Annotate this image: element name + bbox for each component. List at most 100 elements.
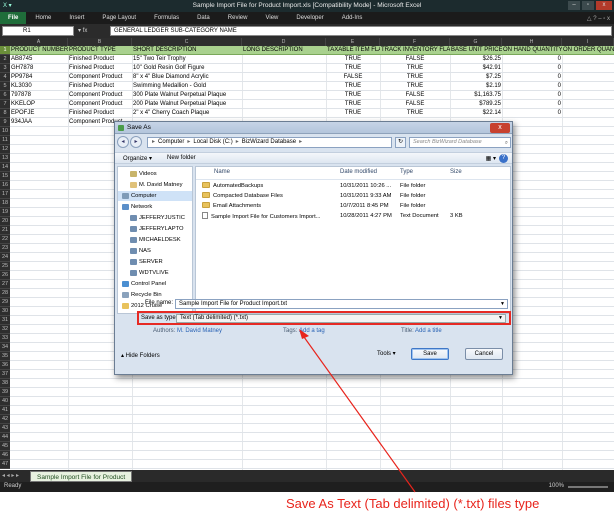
tab-page-layout[interactable]: Page Layout — [93, 12, 145, 24]
sidebar-item[interactable]: Control Panel — [118, 279, 192, 289]
tab-review[interactable]: Review — [219, 12, 257, 24]
views-icon[interactable]: ▦ ▾ — [486, 155, 496, 162]
save-button[interactable]: Save — [411, 348, 449, 360]
list-item[interactable]: Compacted Database Files 10/31/2011 9:33 … — [196, 192, 510, 201]
cell[interactable]: $42.91 — [450, 64, 502, 73]
cell[interactable] — [242, 100, 326, 109]
cell[interactable]: TRUE — [326, 91, 380, 100]
row-header[interactable]: 17 — [0, 190, 10, 199]
tab-file[interactable]: File — [0, 12, 27, 24]
zoom-slider[interactable] — [568, 486, 608, 488]
tab-view[interactable]: View — [256, 12, 287, 24]
column-header[interactable]: E — [326, 38, 380, 46]
row-header[interactable]: 32 — [0, 325, 10, 334]
row-header[interactable]: 1 — [0, 46, 10, 55]
row-header[interactable]: 44 — [0, 433, 10, 442]
minimize-button[interactable]: – — [568, 1, 580, 10]
cell[interactable]: FALSE — [380, 100, 450, 109]
row-header[interactable]: 15 — [0, 172, 10, 181]
cell[interactable]: TRUE — [326, 55, 380, 64]
cell[interactable]: 200 Plate Walnut Perpetual Plaque — [132, 100, 242, 109]
authors-value[interactable]: M. David Matney — [177, 328, 222, 334]
sidebar-item[interactable]: MICHAELDESK — [118, 235, 192, 245]
cell[interactable]: TRACK INVENTORY FLAG — [380, 46, 450, 55]
row-header[interactable]: 46 — [0, 451, 10, 460]
cell[interactable]: TRUE — [380, 64, 450, 73]
breadcrumb-local-disk[interactable]: Local Disk (C:) — [193, 138, 232, 147]
row-header[interactable]: 23 — [0, 244, 10, 253]
column-header-size[interactable]: Size — [450, 169, 462, 175]
tab-formulas[interactable]: Formulas — [145, 12, 188, 24]
cell[interactable] — [242, 109, 326, 118]
cell[interactable] — [562, 73, 614, 82]
cell[interactable]: TRUE — [326, 109, 380, 118]
row-header[interactable]: 24 — [0, 253, 10, 262]
row-header[interactable]: 12 — [0, 145, 10, 154]
cell[interactable]: $789.25 — [450, 100, 502, 109]
column-header[interactable]: H — [502, 38, 562, 46]
cell[interactable]: 300 Plate Walnut Perpetual Plaque — [132, 91, 242, 100]
cell[interactable]: FALSE — [380, 55, 450, 64]
cell[interactable]: Finished Product — [68, 82, 132, 91]
cell[interactable]: 934JAA — [10, 118, 68, 127]
cell[interactable]: GH7878 — [10, 64, 68, 73]
tab-insert[interactable]: Insert — [60, 12, 93, 24]
breadcrumb-computer[interactable]: Computer — [158, 138, 184, 147]
cell[interactable]: TRUE — [326, 64, 380, 73]
row-header[interactable]: 25 — [0, 262, 10, 271]
row-header[interactable]: 22 — [0, 235, 10, 244]
column-header[interactable]: F — [380, 38, 450, 46]
cell[interactable]: TRUE — [380, 73, 450, 82]
file-name-input[interactable]: Sample Import File for Product Import.tx… — [175, 299, 508, 309]
row-header[interactable]: 16 — [0, 181, 10, 190]
cell[interactable]: Finished Product — [68, 64, 132, 73]
row-header[interactable]: 11 — [0, 136, 10, 145]
row-header[interactable]: 4 — [0, 73, 10, 82]
cell[interactable] — [242, 82, 326, 91]
column-header[interactable]: A — [10, 38, 68, 46]
cell[interactable]: Component Product — [68, 73, 132, 82]
tags-input[interactable]: Add a tag — [299, 328, 325, 334]
sidebar-item[interactable]: WDTVLIVE — [118, 268, 192, 278]
row-header[interactable]: 31 — [0, 316, 10, 325]
row-header[interactable]: 20 — [0, 217, 10, 226]
row-header[interactable]: 9 — [0, 118, 10, 127]
search-input[interactable]: Search BizWizard Database ⌕ — [409, 137, 511, 148]
cell[interactable]: KL3030 — [10, 82, 68, 91]
cancel-button[interactable]: Cancel — [465, 348, 503, 360]
column-header-type[interactable]: Type — [400, 169, 413, 175]
column-header[interactable]: B — [68, 38, 132, 46]
cell[interactable]: Component Product — [68, 91, 132, 100]
cell[interactable] — [562, 64, 614, 73]
cell[interactable]: $22.14 — [450, 109, 502, 118]
fx-icon[interactable]: ▾ fx — [78, 27, 87, 34]
row-header[interactable]: 28 — [0, 289, 10, 298]
row-header[interactable]: 27 — [0, 280, 10, 289]
cell[interactable]: $1,163.75 — [450, 91, 502, 100]
cell[interactable]: PRODUCT NUMBER — [10, 46, 68, 55]
hide-folders-button[interactable]: ▴ Hide Folders — [121, 352, 160, 359]
cell[interactable]: TRUE — [326, 82, 380, 91]
cell[interactable]: 797878 — [10, 91, 68, 100]
cell[interactable]: 0 — [502, 82, 562, 91]
cell[interactable]: FALSE — [326, 73, 380, 82]
cell[interactable]: TRUE — [380, 82, 450, 91]
zoom-level[interactable]: 100% — [549, 483, 564, 489]
help-icon[interactable]: ? — [499, 154, 508, 163]
formula-input[interactable]: GENERAL LEDGER SUB-CATEGORY NAME — [110, 26, 612, 36]
cell[interactable]: 0 — [502, 109, 562, 118]
tools-button[interactable]: Tools ▾ — [377, 350, 396, 357]
cell[interactable] — [562, 118, 614, 127]
row-header[interactable]: 45 — [0, 442, 10, 451]
cell[interactable]: ON HAND QUANTITY — [502, 46, 562, 55]
row-header[interactable]: 41 — [0, 406, 10, 415]
cell[interactable]: 0 — [502, 55, 562, 64]
cell[interactable]: $2.19 — [450, 82, 502, 91]
file-list[interactable]: Name Date modified Type Size AutomatedBa… — [195, 166, 511, 314]
ribbon-window-controls[interactable]: △ ? – ▫ x — [587, 15, 614, 22]
row-header[interactable]: 35 — [0, 352, 10, 361]
list-item[interactable]: Email Attachments 10/7/2011 8:45 PM File f… — [196, 202, 510, 211]
chevron-down-icon[interactable]: ▼ — [500, 300, 505, 308]
back-arrow-icon[interactable]: ◂ — [117, 136, 129, 148]
cell[interactable] — [242, 91, 326, 100]
